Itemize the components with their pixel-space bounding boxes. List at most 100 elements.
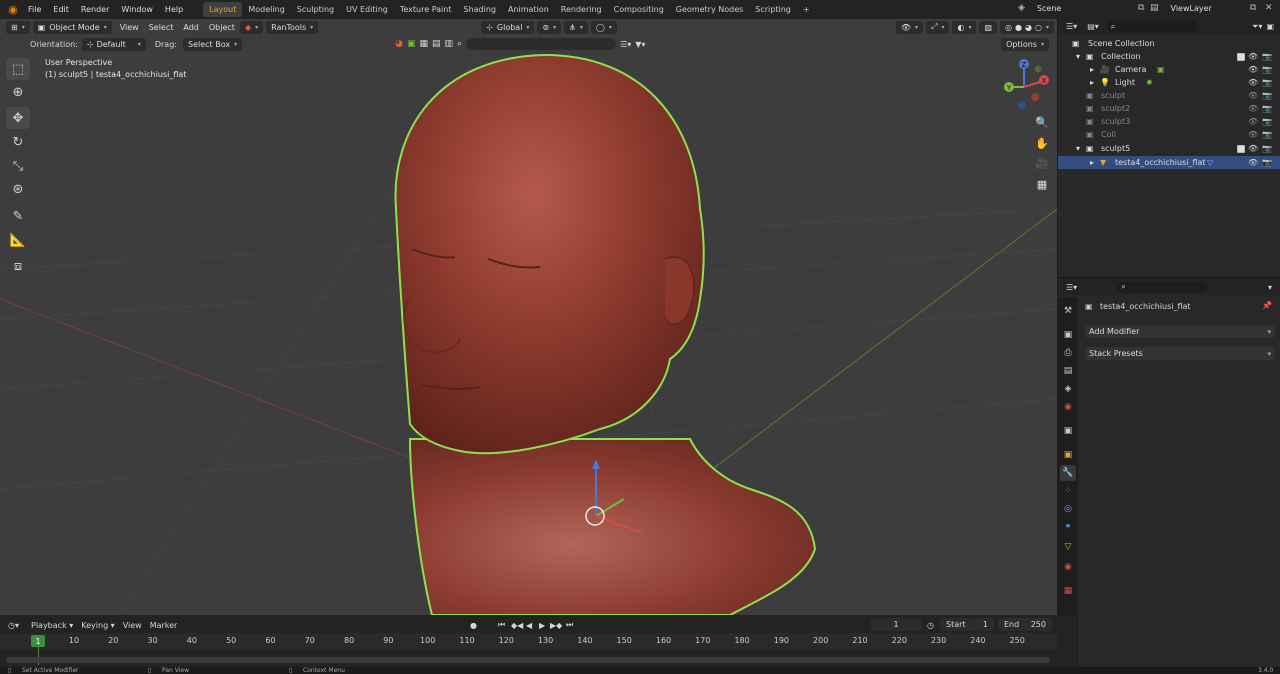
wireframe-shading-icon[interactable]: ◎ <box>1005 23 1012 32</box>
filter-dropdown[interactable]: ☰▾ <box>620 40 631 49</box>
add-workspace-button[interactable]: + <box>797 2 816 17</box>
camera-view-button[interactable]: 🎥 <box>1032 153 1052 173</box>
expand-arrow-icon[interactable]: ▸ <box>1090 65 1094 74</box>
addon-icon-dropdown[interactable]: ◆ ▾ <box>239 20 264 34</box>
menu-object[interactable]: Object <box>204 23 240 32</box>
outliner-row-collection[interactable]: ▾ ▣ Collection 👁 📷 <box>1058 50 1280 63</box>
outliner-row-sculpt[interactable]: ▣ sculpt 👁 📷 <box>1058 89 1280 102</box>
gizmo-toggle[interactable]: ⤢ ▾ <box>926 20 950 34</box>
texture-tab-icon[interactable]: ▦ <box>1060 583 1076 599</box>
proportional-edit-button[interactable]: ◯ ▾ <box>590 20 617 34</box>
jump-end-button[interactable]: ⏭ <box>566 620 573 630</box>
gizmo-neg-z-ball[interactable] <box>1018 101 1026 109</box>
pivot-dropdown[interactable]: ⊚ ▾ <box>537 20 562 34</box>
tab-texture-paint[interactable]: Texture Paint <box>394 2 458 17</box>
exclude-checkbox[interactable] <box>1237 144 1245 153</box>
expand-arrow-icon[interactable]: ▸ <box>1090 78 1094 87</box>
eye-icon[interactable]: 👁 <box>1248 117 1258 126</box>
rantools-menu[interactable]: RanTools ▾ <box>266 20 319 34</box>
render-camera-icon[interactable]: 📷 <box>1262 65 1272 74</box>
outliner-editor-icon[interactable]: ☰▾ <box>1066 22 1077 31</box>
collection-tab-icon[interactable]: ▣ <box>1060 423 1076 439</box>
particles-tab-icon[interactable]: ⁘ <box>1060 483 1076 499</box>
timeline-scrollbar[interactable] <box>6 657 1050 663</box>
rotate-tool[interactable]: ↻ <box>6 131 30 153</box>
physics-tab-icon[interactable]: ◎ <box>1060 501 1076 517</box>
expand-arrow-icon[interactable]: ▾ <box>1076 144 1080 153</box>
eye-icon[interactable]: 👁 <box>1248 130 1258 139</box>
stack-presets-dropdown[interactable]: Stack Presets ▾ <box>1085 347 1275 360</box>
xray-toggle[interactable]: ▧ <box>979 20 998 34</box>
eye-icon[interactable]: 👁 <box>1248 91 1258 100</box>
tab-sculpting[interactable]: Sculpting <box>291 2 340 17</box>
menu-window[interactable]: Window <box>115 5 159 14</box>
outliner-row-coll[interactable]: ▣ Coll 👁 📷 <box>1058 128 1280 141</box>
tab-shading[interactable]: Shading <box>457 2 502 17</box>
gizmo-neg-x-ball[interactable] <box>1031 93 1039 101</box>
current-frame-field[interactable]: 1 <box>870 618 922 631</box>
add-modifier-dropdown[interactable]: Add Modifier ▾ <box>1085 325 1275 338</box>
drag-dropdown[interactable]: Select Box ▾ <box>182 37 243 51</box>
next-keyframe-button[interactable]: ▶◆ <box>550 621 562 630</box>
properties-options-icon[interactable]: ▾ <box>1268 283 1272 292</box>
cursor-tool[interactable]: ⊕ <box>6 81 30 103</box>
select-box-tool[interactable]: ⬚ <box>6 58 30 80</box>
exclude-checkbox[interactable] <box>1237 52 1245 61</box>
mode-dropdown[interactable]: ▣ Object Mode ▾ <box>32 20 112 34</box>
constraints-tab-icon[interactable]: ⚭ <box>1060 519 1076 535</box>
material-shading-icon[interactable]: ◕ <box>1025 23 1032 32</box>
transform-tool[interactable]: ⊛ <box>6 178 30 200</box>
sculpt-neck[interactable] <box>408 438 817 615</box>
annotate-tool[interactable]: ✎ <box>6 205 30 227</box>
render-camera-icon[interactable]: 📷 <box>1262 130 1272 139</box>
scale-tool[interactable]: ⤡ <box>6 155 30 177</box>
navigation-gizmo[interactable]: Z X Y <box>998 55 1052 115</box>
view-layer-remove-icon[interactable]: ✕ <box>1265 3 1273 13</box>
viewport-search-input[interactable] <box>466 38 617 50</box>
transform-orientation-dropdown[interactable]: ⊹ Global ▾ <box>481 20 535 34</box>
light-data-icon[interactable]: ✹ <box>1146 78 1153 87</box>
editor-type-dropdown[interactable]: ⊞ ▾ <box>6 20 30 34</box>
render-camera-icon[interactable]: 📷 <box>1262 78 1272 87</box>
end-frame-field[interactable]: End 250 <box>998 618 1052 631</box>
blender-logo-icon[interactable]: ◉ <box>4 3 22 17</box>
outliner-row-camera[interactable]: ▸ 🎥 Camera ▣ 👁 📷 <box>1058 63 1280 76</box>
solid-shading-icon[interactable]: ● <box>1015 23 1022 32</box>
outliner-row-sculpt5[interactable]: ▾ ▣ sculpt5 👁 📷 <box>1058 142 1280 155</box>
tab-geometry-nodes[interactable]: Geometry Nodes <box>670 2 749 17</box>
display-mode-icon[interactable]: ▤▾ <box>1087 22 1099 31</box>
outliner-row-testa4[interactable]: ▸ ▼ testa4_occhichiusi_flat ▽ 👁 📷 <box>1058 156 1280 169</box>
mesh-data-icon[interactable]: ▽ <box>1207 158 1213 167</box>
view-layer-tab-icon[interactable]: ▤ <box>1060 363 1076 379</box>
play-reverse-button[interactable]: ◀ <box>526 621 532 630</box>
prev-keyframe-button[interactable]: ◆◀ <box>511 621 523 630</box>
modifier-tab-icon[interactable]: 🔧 <box>1060 465 1076 481</box>
tab-uv-editing[interactable]: UV Editing <box>340 2 394 17</box>
camera-data-icon[interactable]: ▣ <box>1157 65 1165 74</box>
outliner-search-input[interactable]: ⌕ <box>1106 21 1197 32</box>
snap-dropdown[interactable]: ⋔ ▾ <box>564 20 588 34</box>
render-camera-icon[interactable]: 📷 <box>1262 117 1272 126</box>
options-dropdown[interactable]: Options ▾ <box>1001 37 1049 51</box>
tab-modeling[interactable]: Modeling <box>242 2 290 17</box>
measure-tool[interactable]: 📐 <box>6 229 30 251</box>
eye-icon[interactable]: 👁 <box>1248 104 1258 113</box>
ortho-toggle-button[interactable]: ▦ <box>1032 174 1052 194</box>
menu-render[interactable]: Render <box>75 5 115 14</box>
render-camera-icon[interactable]: 📷 <box>1262 104 1272 113</box>
menu-select[interactable]: Select <box>144 23 179 32</box>
outliner-row-light[interactable]: ▸ 💡 Light ✹ 👁 📷 <box>1058 76 1280 89</box>
properties-editor-icon[interactable]: ☰▾ <box>1066 283 1077 292</box>
tab-compositing[interactable]: Compositing <box>608 2 670 17</box>
orientation-setting-dropdown[interactable]: ⊹ Default ▾ <box>81 37 146 51</box>
object-tab-icon[interactable]: ▣ <box>1060 447 1076 463</box>
rendered-shading-icon[interactable]: ○ <box>1035 23 1042 32</box>
filter-icon[interactable]: ⏷▾ <box>1252 22 1262 32</box>
tab-scripting[interactable]: Scripting <box>749 2 797 17</box>
start-frame-field[interactable]: Start 1 <box>940 618 994 631</box>
render-tab-icon[interactable]: ▣ <box>1060 327 1076 343</box>
menu-playback[interactable]: Playback ▾ <box>31 621 73 630</box>
menu-timeline-view[interactable]: View <box>123 621 142 630</box>
search-icon[interactable]: ⌕ <box>457 39 462 49</box>
menu-help[interactable]: Help <box>159 5 189 14</box>
